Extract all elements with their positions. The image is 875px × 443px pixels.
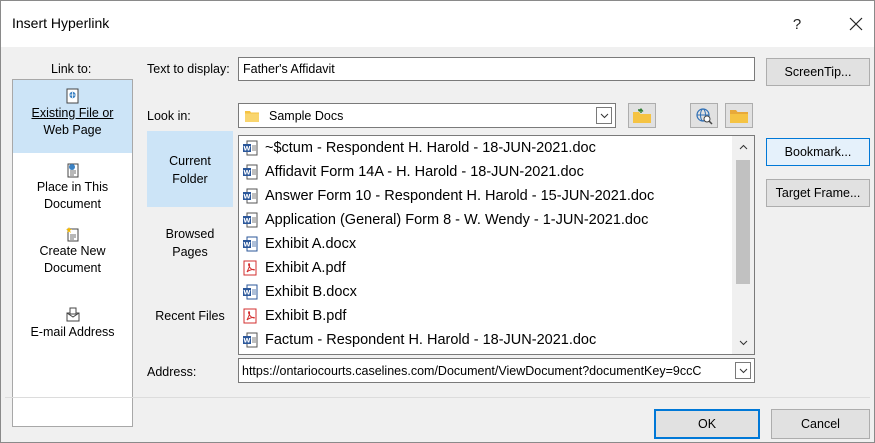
help-button[interactable]: ? — [780, 9, 814, 39]
file-row[interactable]: W Application (General) Form 8 - W. Wend… — [242, 209, 648, 231]
file-row[interactable]: W Affidavit Form 14A - H. Harold - 18-JU… — [242, 161, 584, 183]
file-name: Exhibit A.pdf — [265, 260, 346, 276]
browse-file-icon — [730, 109, 748, 123]
screentip-button[interactable]: ScreenTip... — [766, 58, 870, 86]
word-doc-icon: W — [243, 212, 258, 228]
bookmark-button[interactable]: Bookmark... — [766, 138, 870, 166]
current-folder-tab[interactable]: Current Folder — [147, 131, 233, 207]
email-label: E-mail Address — [30, 325, 115, 339]
look-in-dropdown-arrow[interactable] — [596, 107, 612, 124]
look-in-dropdown[interactable]: Sample Docs — [238, 103, 616, 128]
word-docx-icon: W — [243, 284, 258, 300]
file-row[interactable]: W Exhibit B.docx — [242, 281, 357, 303]
text-to-display-field[interactable]: Father's Affidavit — [238, 57, 755, 81]
scroll-thumb[interactable] — [736, 160, 750, 284]
link-to-panel: Existing File or Web Page Place in This … — [12, 79, 133, 427]
ok-button[interactable]: OK — [654, 409, 760, 439]
existing-file-label-line1: Existing File or — [31, 106, 114, 120]
file-name: Exhibit B.docx — [265, 284, 357, 300]
address-dropdown[interactable]: https://ontariocourts.caselines.com/Docu… — [238, 358, 755, 383]
recent-files-label: Recent Files — [155, 309, 225, 323]
up-one-folder-button[interactable] — [628, 103, 656, 128]
text-to-display-value: Father's Affidavit — [243, 62, 335, 76]
recent-files-tab[interactable]: Recent Files — [147, 307, 233, 331]
browsed-pages-line1: Browsed — [165, 227, 215, 241]
svg-text:W: W — [243, 241, 250, 249]
look-in-value: Sample Docs — [269, 109, 344, 123]
svg-text:W: W — [243, 145, 250, 153]
file-row[interactable]: Exhibit B.pdf — [242, 305, 346, 327]
insert-hyperlink-dialog: Insert Hyperlink ? Link to: Existing Fil… — [0, 0, 875, 443]
file-row[interactable]: W Answer Form 10 - Respondent H. Harold … — [242, 185, 654, 207]
file-name: Factum - Respondent H. Harold - 18-JUN-2… — [265, 332, 597, 348]
title-bar: Insert Hyperlink ? — [1, 1, 874, 47]
link-to-create-new-document[interactable]: Create New Document — [13, 226, 132, 282]
place-in-document-label-line2: Document — [44, 197, 101, 211]
create-new-label-line2: Document — [44, 261, 101, 275]
up-one-folder-icon — [633, 107, 651, 123]
link-to-label: Link to: — [51, 62, 92, 76]
existing-file-label-line2: Web Page — [43, 123, 102, 137]
chevron-up-icon — [739, 144, 747, 150]
pdf-icon — [243, 260, 257, 276]
file-name: Exhibit A.docx — [265, 236, 357, 252]
browse-file-button[interactable] — [725, 103, 753, 128]
folder-icon — [245, 111, 259, 122]
svg-text:W: W — [243, 217, 250, 225]
file-name: Answer Form 10 - Respondent H. Harold - … — [265, 188, 655, 204]
file-row[interactable]: W Exhibit A.docx — [242, 233, 356, 255]
address-label: Address: — [147, 365, 197, 379]
word-doc-icon: W — [243, 188, 258, 204]
address-dropdown-arrow[interactable] — [735, 362, 751, 379]
cancel-button[interactable]: Cancel — [771, 409, 870, 439]
word-doc-icon: W — [243, 164, 258, 180]
svg-text:W: W — [243, 337, 250, 345]
file-name: ~$ctum - Respondent H. Harold - 18-JUN-2… — [265, 140, 596, 156]
svg-text:W: W — [243, 193, 250, 201]
file-name: Application (General) Form 8 - W. Wendy … — [265, 212, 649, 228]
pdf-icon — [243, 308, 257, 324]
word-doc-icon: W — [243, 140, 258, 156]
link-to-place-in-document[interactable]: Place in This Document — [13, 162, 132, 218]
email-icon — [66, 307, 79, 322]
file-name: Affidavit Form 14A - H. Harold - 18-JUN-… — [265, 164, 584, 180]
close-icon — [849, 17, 863, 31]
look-in-sidebar: Current Folder Browsed Pages Recent File… — [147, 131, 233, 355]
word-doc-icon: W — [243, 332, 258, 348]
svg-text:W: W — [243, 289, 250, 297]
chevron-down-icon — [739, 340, 747, 346]
address-value: https://ontariocourts.caselines.com/Docu… — [242, 364, 702, 378]
file-list-scrollbar[interactable] — [732, 136, 754, 354]
link-to-email-address[interactable]: E-mail Address — [13, 307, 132, 347]
file-row[interactable]: W ~$ctum - Respondent H. Harold - 18-JUN… — [242, 137, 596, 159]
look-in-label: Look in: — [147, 109, 191, 123]
close-button[interactable] — [839, 9, 873, 39]
browse-web-button[interactable] — [690, 103, 718, 128]
create-new-label-line1: Create New — [39, 244, 106, 258]
footer-divider — [5, 397, 870, 398]
scroll-up-button[interactable] — [732, 138, 754, 156]
link-to-existing-file[interactable]: Existing File or Web Page — [13, 80, 132, 153]
browsed-pages-line2: Pages — [172, 245, 208, 259]
text-to-display-label: Text to display: — [147, 62, 230, 76]
new-document-icon — [65, 227, 78, 242]
scroll-down-button[interactable] — [732, 334, 754, 352]
browsed-pages-tab[interactable]: Browsed Pages — [147, 225, 233, 269]
file-list[interactable]: W ~$ctum - Respondent H. Harold - 18-JUN… — [238, 135, 755, 355]
word-docx-icon: W — [243, 236, 258, 252]
chevron-down-icon — [739, 368, 747, 373]
current-folder-line1: Current — [169, 154, 211, 168]
file-row[interactable]: Exhibit A.pdf — [242, 257, 346, 279]
browse-web-icon — [696, 107, 713, 125]
target-frame-button[interactable]: Target Frame... — [766, 179, 870, 207]
chevron-down-icon — [600, 113, 608, 118]
current-folder-line2: Folder — [172, 172, 208, 186]
file-row[interactable]: W Factum - Respondent H. Harold - 18-JUN… — [242, 329, 596, 351]
existing-file-icon — [66, 88, 78, 104]
file-name: Exhibit B.pdf — [265, 308, 347, 324]
place-in-document-icon — [67, 163, 78, 178]
place-in-document-label-line1: Place in This — [36, 180, 109, 194]
dialog-title: Insert Hyperlink — [12, 15, 110, 31]
svg-text:W: W — [243, 169, 250, 177]
